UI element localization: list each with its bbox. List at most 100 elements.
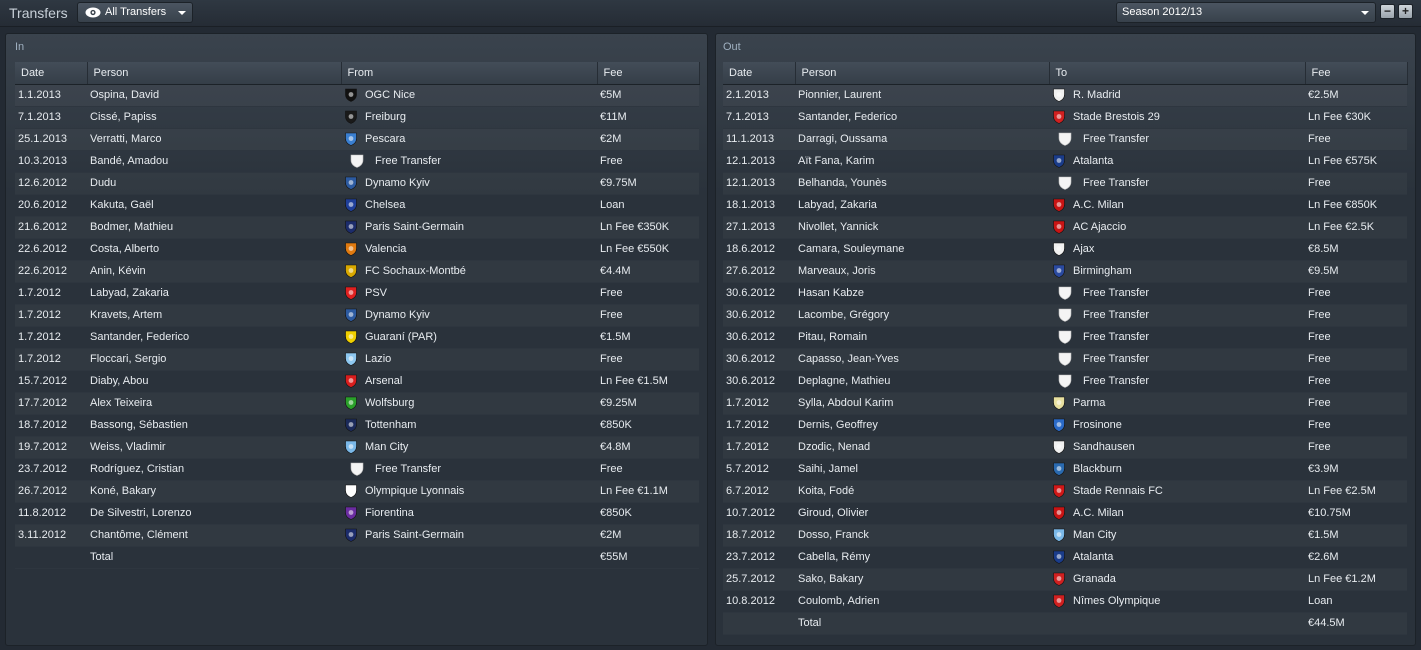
person-link[interactable]: Bassong, Sébastien: [87, 414, 341, 437]
person-link[interactable]: Dosso, Franck: [795, 524, 1049, 547]
table-row[interactable]: 30.6.2012 Hasan Kabze Free Transfer Free: [723, 282, 1407, 305]
club-cell[interactable]: Ajax: [1049, 238, 1305, 261]
table-row[interactable]: 18.1.2013 Labyad, Zakaria A.C. Milan Ln Fee…: [723, 194, 1407, 217]
club-cell[interactable]: Free Transfer: [341, 458, 597, 481]
person-link[interactable]: Pitau, Romain: [795, 326, 1049, 349]
club-cell[interactable]: Dynamo Kyiv: [341, 304, 597, 327]
person-link[interactable]: Costa, Alberto: [87, 238, 341, 261]
club-cell[interactable]: Free Transfer: [341, 150, 597, 173]
table-row[interactable]: 27.6.2012 Marveaux, Joris Birmingham €9.5M: [723, 260, 1407, 283]
person-link[interactable]: Nivollet, Yannick: [795, 216, 1049, 239]
club-cell[interactable]: Freiburg: [341, 106, 597, 129]
person-link[interactable]: Cissé, Papiss: [87, 106, 341, 129]
club-cell[interactable]: Tottenham: [341, 414, 597, 437]
club-cell[interactable]: PSV: [341, 282, 597, 305]
column-header-fee[interactable]: Fee: [597, 62, 700, 85]
table-row[interactable]: 1.7.2012 Floccari, Sergio Lazio Free: [15, 348, 699, 371]
person-link[interactable]: Floccari, Sergio: [87, 348, 341, 371]
club-cell[interactable]: Free Transfer: [1049, 282, 1305, 305]
club-cell[interactable]: Atalanta: [1049, 546, 1305, 569]
table-row[interactable]: 25.1.2013 Verratti, Marco Pescara €2M: [15, 128, 699, 151]
column-header-fee[interactable]: Fee: [1305, 62, 1408, 85]
club-cell[interactable]: Parma: [1049, 392, 1305, 415]
person-link[interactable]: Coulomb, Adrien: [795, 590, 1049, 613]
table-row[interactable]: 23.7.2012 Rodríguez, Cristian Free Transfe…: [15, 458, 699, 481]
person-link[interactable]: Dzodic, Nenad: [795, 436, 1049, 459]
table-row[interactable]: 10.7.2012 Giroud, Olivier A.C. Milan €10.75…: [723, 502, 1407, 525]
table-row[interactable]: 27.1.2013 Nivollet, Yannick AC Ajaccio Ln F…: [723, 216, 1407, 239]
table-row[interactable]: 17.7.2012 Alex Teixeira Wolfsburg €9.25M: [15, 392, 699, 415]
person-link[interactable]: Labyad, Zakaria: [87, 282, 341, 305]
person-link[interactable]: Bodmer, Mathieu: [87, 216, 341, 239]
club-cell[interactable]: Sandhausen: [1049, 436, 1305, 459]
club-cell[interactable]: Free Transfer: [1049, 326, 1305, 349]
table-row[interactable]: 11.8.2012 De Silvestri, Lorenzo Fiorentina…: [15, 502, 699, 525]
club-cell[interactable]: Paris Saint-Germain: [341, 216, 597, 239]
table-row[interactable]: 30.6.2012 Deplagne, Mathieu Free Transfer F…: [723, 370, 1407, 393]
club-cell[interactable]: Man City: [1049, 524, 1305, 547]
club-cell[interactable]: Chelsea: [341, 194, 597, 217]
club-cell[interactable]: Blackburn: [1049, 458, 1305, 481]
table-row[interactable]: 30.6.2012 Capasso, Jean-Yves Free Transfer…: [723, 348, 1407, 371]
club-cell[interactable]: Stade Brestois 29: [1049, 106, 1305, 129]
table-row[interactable]: 10.8.2012 Coulomb, Adrien Nîmes Olympique L…: [723, 590, 1407, 613]
club-cell[interactable]: AC Ajaccio: [1049, 216, 1305, 239]
person-link[interactable]: Koné, Bakary: [87, 480, 341, 503]
person-link[interactable]: Koita, Fodé: [795, 480, 1049, 503]
club-cell[interactable]: Valencia: [341, 238, 597, 261]
club-cell[interactable]: Dynamo Kyiv: [341, 172, 597, 195]
table-row[interactable]: 20.6.2012 Kakuta, Gaël Chelsea Loan: [15, 194, 699, 217]
club-cell[interactable]: Free Transfer: [1049, 128, 1305, 151]
club-cell[interactable]: Free Transfer: [1049, 304, 1305, 327]
table-row[interactable]: 25.7.2012 Sako, Bakary Granada Ln Fee €1.2M: [723, 568, 1407, 591]
table-row[interactable]: 1.7.2012 Kravets, Artem Dynamo Kyiv Free: [15, 304, 699, 327]
person-link[interactable]: Pionnier, Laurent: [795, 84, 1049, 107]
person-link[interactable]: Hasan Kabze: [795, 282, 1049, 305]
person-link[interactable]: Weiss, Vladimir: [87, 436, 341, 459]
column-header-from[interactable]: From: [341, 62, 598, 85]
club-cell[interactable]: Paris Saint-Germain: [341, 524, 597, 547]
person-link[interactable]: Sylla, Abdoul Karim: [795, 392, 1049, 415]
club-cell[interactable]: Guaraní (PAR): [341, 326, 597, 349]
column-header-date[interactable]: Date: [15, 62, 88, 85]
person-link[interactable]: Darragi, Oussama: [795, 128, 1049, 151]
table-row[interactable]: 19.7.2012 Weiss, Vladimir Man City €4.8M: [15, 436, 699, 459]
club-cell[interactable]: A.C. Milan: [1049, 502, 1305, 525]
column-header-person[interactable]: Person: [87, 62, 342, 85]
club-cell[interactable]: Olympique Lyonnais: [341, 480, 597, 503]
season-dropdown[interactable]: Season 2012/13: [1116, 2, 1376, 23]
person-link[interactable]: Belhanda, Younès: [795, 172, 1049, 195]
table-row[interactable]: 10.3.2013 Bandé, Amadou Free Transfer Free: [15, 150, 699, 173]
table-row[interactable]: 30.6.2012 Pitau, Romain Free Transfer Free: [723, 326, 1407, 349]
club-cell[interactable]: A.C. Milan: [1049, 194, 1305, 217]
person-link[interactable]: Cabella, Rémy: [795, 546, 1049, 569]
table-row[interactable]: 11.1.2013 Darragi, Oussama Free Transfer Fr…: [723, 128, 1407, 151]
table-row[interactable]: 1.7.2012 Santander, Federico Guaraní (PAR)…: [15, 326, 699, 349]
table-row[interactable]: 26.7.2012 Koné, Bakary Olympique Lyonnais L…: [15, 480, 699, 503]
column-header-to[interactable]: To: [1049, 62, 1306, 85]
table-row[interactable]: 12.1.2013 Aït Fana, Karim Atalanta Ln Fee €…: [723, 150, 1407, 173]
person-link[interactable]: Labyad, Zakaria: [795, 194, 1049, 217]
column-header-person[interactable]: Person: [795, 62, 1050, 85]
person-link[interactable]: Bandé, Amadou: [87, 150, 341, 173]
person-link[interactable]: Anin, Kévin: [87, 260, 341, 283]
club-cell[interactable]: OGC Nice: [341, 84, 597, 107]
table-row[interactable]: 22.6.2012 Anin, Kévin FC Sochaux-Montbé €4.…: [15, 260, 699, 283]
table-row[interactable]: 1.7.2012 Dzodic, Nenad Sandhausen Free: [723, 436, 1407, 459]
club-cell[interactable]: Lazio: [341, 348, 597, 371]
person-link[interactable]: Giroud, Olivier: [795, 502, 1049, 525]
table-row[interactable]: 21.6.2012 Bodmer, Mathieu Paris Saint-Germ…: [15, 216, 699, 239]
club-cell[interactable]: Nîmes Olympique: [1049, 590, 1305, 613]
table-row[interactable]: 18.7.2012 Dosso, Franck Man City €1.5M: [723, 524, 1407, 547]
club-cell[interactable]: Free Transfer: [1049, 172, 1305, 195]
person-link[interactable]: Marveaux, Joris: [795, 260, 1049, 283]
table-row[interactable]: 12.1.2013 Belhanda, Younès Free Transfer Fr…: [723, 172, 1407, 195]
table-row[interactable]: 7.1.2013 Santander, Federico Stade Brestoi…: [723, 106, 1407, 129]
person-link[interactable]: Santander, Federico: [795, 106, 1049, 129]
club-cell[interactable]: Atalanta: [1049, 150, 1305, 173]
person-link[interactable]: Kravets, Artem: [87, 304, 341, 327]
table-row[interactable]: 12.6.2012 Dudu Dynamo Kyiv €9.75M: [15, 172, 699, 195]
person-link[interactable]: Lacombe, Grégory: [795, 304, 1049, 327]
person-link[interactable]: Kakuta, Gaël: [87, 194, 341, 217]
person-link[interactable]: Ospina, David: [87, 84, 341, 107]
